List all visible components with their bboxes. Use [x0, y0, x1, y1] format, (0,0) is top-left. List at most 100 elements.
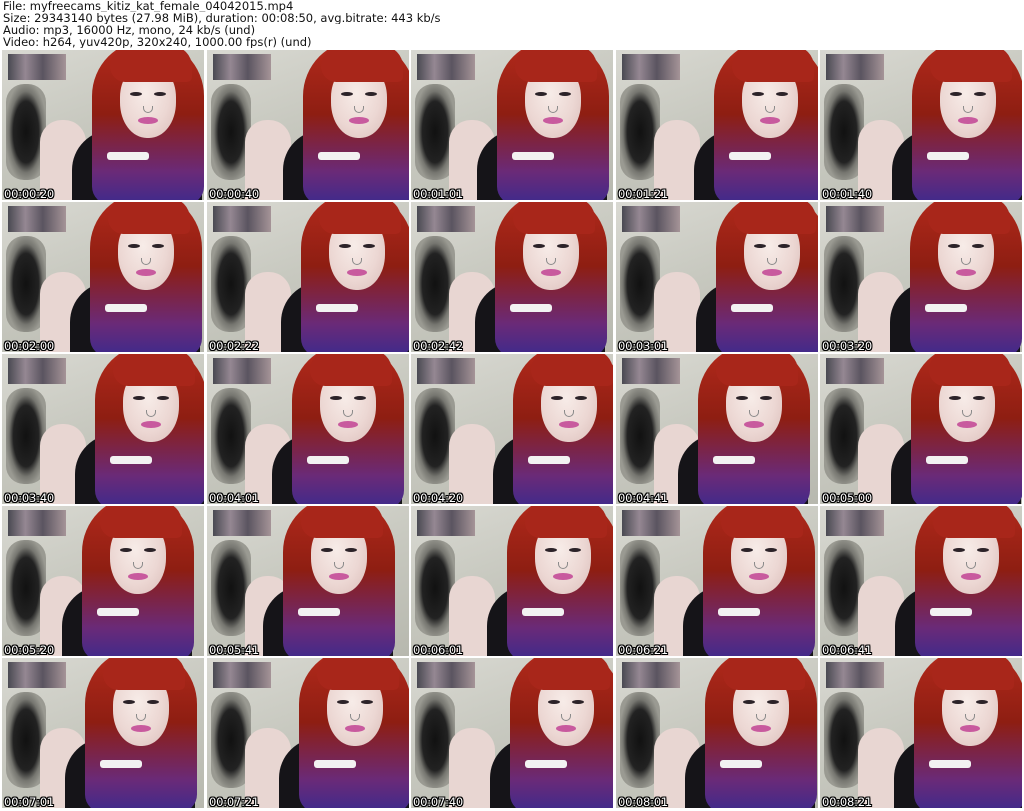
bangs-shape: [321, 50, 403, 82]
video-thumbnail: 00:03:40: [2, 354, 204, 504]
right-eye: [147, 700, 159, 704]
collar-shape: [930, 608, 972, 616]
video-thumbnail: 00:06:41: [820, 506, 1022, 656]
lips-shape: [960, 725, 980, 732]
video-thumbnail: 00:05:20: [2, 506, 204, 656]
bangs-shape: [515, 50, 597, 82]
right-eye: [365, 92, 377, 96]
lips-shape: [958, 117, 978, 124]
wall-poster: [826, 206, 884, 232]
video-thumbnail: 00:02:22: [207, 202, 409, 352]
wall-poster: [622, 662, 680, 688]
right-eye: [765, 548, 777, 552]
right-eye: [361, 700, 373, 704]
thumbnail-timestamp: 00:01:40: [822, 187, 873, 200]
right-eye: [977, 548, 989, 552]
right-eye: [976, 700, 988, 704]
collar-shape: [522, 608, 564, 616]
collar-shape: [729, 152, 771, 160]
collar-shape: [107, 152, 149, 160]
collar-shape: [316, 304, 358, 312]
lips-shape: [762, 269, 782, 276]
collar-shape: [512, 152, 554, 160]
wall-poster: [826, 662, 884, 688]
left-eye: [120, 548, 132, 552]
file-name-line: File: myfreecams_kitiz_kat_female_040420…: [3, 0, 294, 12]
bangs-shape: [301, 506, 383, 538]
left-eye: [123, 700, 135, 704]
bangs-shape: [317, 658, 399, 690]
collar-shape: [927, 152, 969, 160]
wall-poster: [417, 510, 475, 536]
wall-poster: [417, 358, 475, 384]
lips-shape: [556, 725, 576, 732]
bangs-shape: [933, 506, 1015, 538]
left-eye: [321, 548, 333, 552]
bangs-shape: [734, 202, 816, 234]
wall-poster: [213, 54, 271, 80]
collar-shape: [718, 608, 760, 616]
left-eye: [128, 244, 140, 248]
collar-shape: [100, 760, 142, 768]
wall-poster: [622, 54, 680, 80]
lips-shape: [744, 421, 764, 428]
left-eye: [535, 92, 547, 96]
right-eye: [363, 244, 375, 248]
bangs-shape: [732, 50, 814, 82]
collar-shape: [525, 760, 567, 768]
right-eye: [575, 396, 587, 400]
thumbnail-timestamp: 00:04:41: [618, 491, 669, 504]
bangs-shape: [513, 202, 595, 234]
collar-shape: [731, 304, 773, 312]
video-thumbnail: 00:07:40: [411, 658, 613, 808]
thumbnail-timestamp: 00:02:42: [413, 339, 464, 352]
lips-shape: [329, 573, 349, 580]
video-thumbnail: 00:05:41: [207, 506, 409, 656]
video-thumbnail: 00:06:21: [616, 506, 818, 656]
right-eye: [345, 548, 357, 552]
video-thumbnail: 00:01:40: [820, 50, 1022, 200]
lips-shape: [541, 269, 561, 276]
bangs-shape: [528, 658, 610, 690]
thumbnail-timestamp: 00:07:40: [413, 795, 464, 808]
collar-shape: [314, 760, 356, 768]
bangs-shape: [113, 354, 195, 386]
lips-shape: [338, 421, 358, 428]
lips-shape: [347, 269, 367, 276]
thumbnail-timestamp: 00:01:21: [618, 187, 669, 200]
collar-shape: [720, 760, 762, 768]
wall-poster: [826, 54, 884, 80]
lips-shape: [131, 725, 151, 732]
left-eye: [953, 548, 965, 552]
thumbnail-timestamp: 00:07:21: [209, 795, 260, 808]
thumbnail-timestamp: 00:04:20: [413, 491, 464, 504]
wall-poster: [213, 510, 271, 536]
thumbnail-timestamp: 00:03:40: [4, 491, 55, 504]
right-eye: [354, 396, 366, 400]
wall-poster: [417, 54, 475, 80]
video-thumbnail: 00:01:21: [616, 50, 818, 200]
collar-shape: [298, 608, 340, 616]
collar-shape: [926, 456, 968, 464]
video-thumbnail: 00:01:01: [411, 50, 613, 200]
right-eye: [974, 92, 986, 96]
collar-shape: [925, 304, 967, 312]
thumbnail-timestamp: 00:03:01: [618, 339, 669, 352]
right-eye: [144, 548, 156, 552]
collar-shape: [713, 456, 755, 464]
left-eye: [952, 700, 964, 704]
right-eye: [972, 244, 984, 248]
video-thumbnail: 00:03:20: [820, 202, 1022, 352]
thumbnail-timestamp: 00:05:41: [209, 643, 260, 656]
thumbnail-timestamp: 00:06:41: [822, 643, 873, 656]
right-eye: [767, 700, 779, 704]
collar-shape: [97, 608, 139, 616]
bangs-shape: [723, 658, 805, 690]
left-eye: [341, 92, 353, 96]
lips-shape: [956, 269, 976, 276]
video-thumbnail: 00:03:01: [616, 202, 818, 352]
wall-poster: [826, 510, 884, 536]
lips-shape: [138, 117, 158, 124]
collar-shape: [528, 456, 570, 464]
bangs-shape: [319, 202, 401, 234]
